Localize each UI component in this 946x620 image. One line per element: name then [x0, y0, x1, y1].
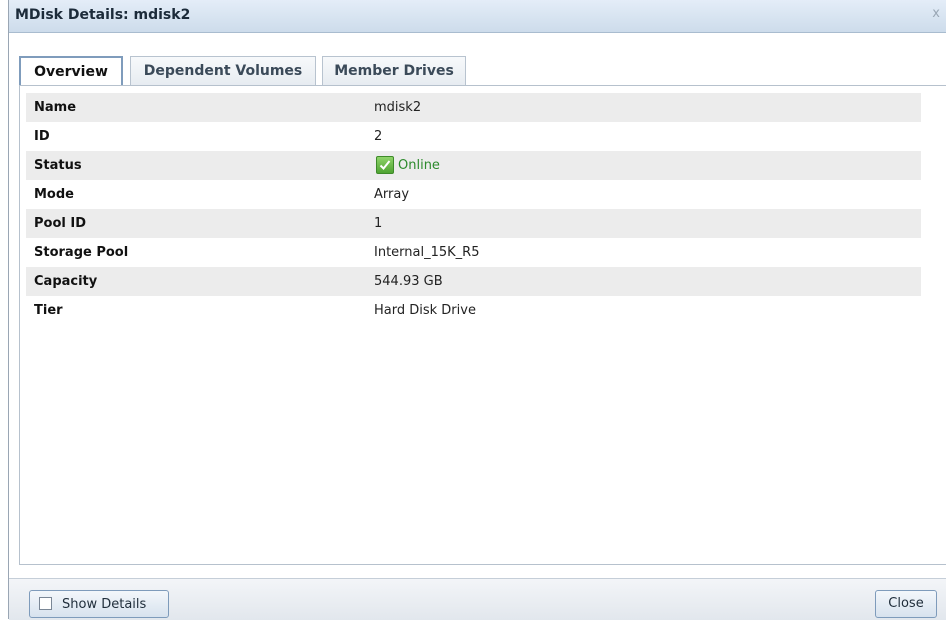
detail-value: Array	[374, 187, 410, 202]
detail-label: Storage Pool	[34, 245, 129, 260]
detail-label: ID	[34, 129, 50, 144]
detail-row-storage-pool: Storage Pool Internal_15K_R5	[26, 238, 921, 267]
tab-overview[interactable]: Overview	[19, 56, 123, 87]
show-details-checkbox[interactable]	[39, 597, 52, 610]
dialog-title: MDisk Details: mdisk2	[15, 7, 191, 23]
detail-value: 2	[374, 129, 383, 144]
detail-label: Capacity	[34, 274, 98, 289]
detail-value: 544.93 GB	[374, 274, 443, 289]
close-button[interactable]: Close	[875, 590, 937, 618]
mdisk-details-dialog: MDisk Details: mdisk2 x Overview Depende…	[8, 0, 946, 620]
show-details-toggle[interactable]: Show Details	[29, 590, 169, 618]
detail-label: Status	[34, 158, 82, 173]
detail-value: Internal_15K_R5	[374, 245, 480, 260]
detail-row-capacity: Capacity 544.93 GB	[26, 267, 921, 296]
detail-row-id: ID 2	[26, 122, 921, 151]
tab-dependent-volumes[interactable]: Dependent Volumes	[130, 56, 316, 85]
show-details-label: Show Details	[62, 597, 147, 612]
dialog-footer: Show Details Close	[9, 578, 946, 620]
detail-label: Tier	[34, 303, 63, 318]
dialog-title-bar[interactable]: MDisk Details: mdisk2 x	[9, 0, 946, 33]
detail-value: Hard Disk Drive	[374, 303, 476, 318]
detail-row-name: Name mdisk2	[26, 93, 921, 122]
detail-row-pool-id: Pool ID 1	[26, 209, 921, 238]
detail-value: 1	[374, 216, 383, 231]
detail-label: Mode	[34, 187, 74, 202]
checkmark-icon	[376, 156, 394, 174]
status-online-value: Online	[398, 158, 440, 173]
detail-row-tier: Tier Hard Disk Drive	[26, 296, 921, 325]
detail-row-mode: Mode Array	[26, 180, 921, 209]
detail-row-status: Status Online	[26, 151, 921, 180]
tab-member-drives[interactable]: Member Drives	[322, 56, 466, 85]
overview-panel: Name mdisk2 ID 2 Status Online Mode Arra…	[19, 85, 946, 565]
detail-label: Pool ID	[34, 216, 86, 231]
close-icon[interactable]: x	[932, 6, 940, 21]
detail-value: mdisk2	[374, 100, 422, 115]
detail-label: Name	[34, 100, 77, 115]
